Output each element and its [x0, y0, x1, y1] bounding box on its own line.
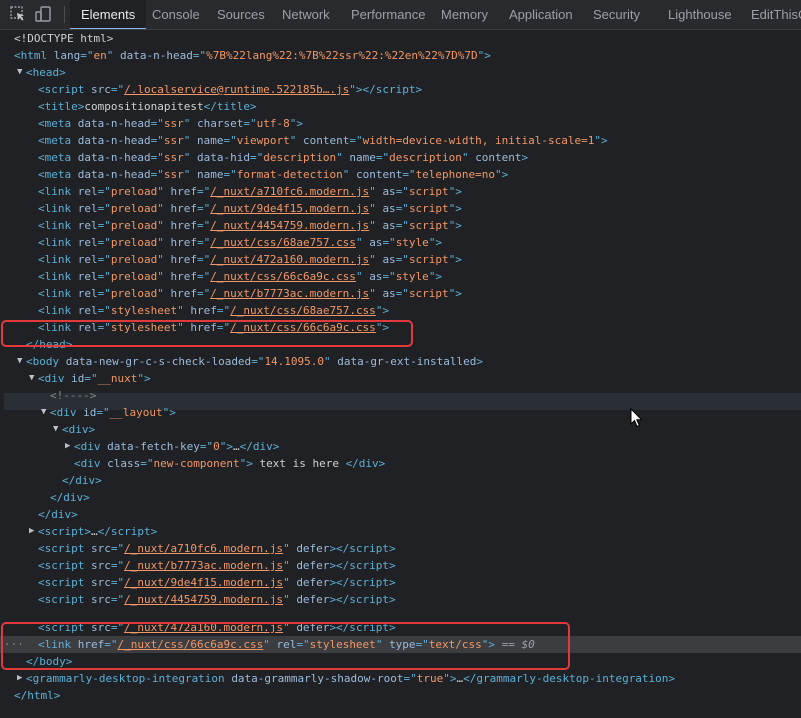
script-src-link[interactable]: /_nuxt/9de4f15.modern.js	[124, 576, 283, 589]
highlight-box-body-stylesheet	[1, 622, 570, 670]
tree-node-deferred-script[interactable]: <script src="/_nuxt/a710fc6.modern.js" d…	[0, 540, 801, 557]
device-toolbar-icon[interactable]	[34, 5, 52, 23]
preload-as-value: style	[395, 270, 429, 283]
tree-node-div[interactable]: ▼ <div>	[0, 421, 801, 438]
preload-as-value: style	[395, 236, 429, 249]
elements-dom-tree: <!DOCTYPE html> <html lang="en" data-n-h…	[0, 30, 801, 718]
script-src-link[interactable]: /_nuxt/b7773ac.modern.js	[124, 559, 283, 572]
tree-node-head[interactable]: ▼ <head>	[0, 64, 801, 81]
preload-href-link[interactable]: /_nuxt/b7773ac.modern.js	[210, 287, 369, 300]
title-text: compositionapitest	[84, 100, 204, 113]
tree-node-div-nuxt[interactable]: ▼ <div id="__nuxt">	[0, 370, 801, 387]
tab-network[interactable]: Network	[282, 0, 330, 29]
fetch-key-value: 0	[213, 440, 220, 453]
tree-node-doctype[interactable]: <!DOCTYPE html>	[0, 30, 801, 47]
collapse-arrow-icon[interactable]: ▶	[29, 523, 34, 540]
tab-application[interactable]: Application	[509, 0, 573, 29]
tab-console[interactable]: Console	[152, 0, 200, 29]
comment-text: <!---->	[50, 389, 97, 402]
tree-node-meta-format-detection[interactable]: <meta data-n-head="ssr" name="format-det…	[0, 166, 801, 183]
tree-node-meta-charset[interactable]: <meta data-n-head="ssr" charset="utf-8">	[0, 115, 801, 132]
tree-node-div-layout[interactable]: ▼ <div id="__layout">	[0, 404, 801, 421]
expand-arrow-icon[interactable]: ▼	[53, 421, 58, 438]
tree-node-div-close[interactable]: </div>	[0, 472, 801, 489]
preload-href-link[interactable]: /_nuxt/472a160.modern.js	[210, 253, 369, 266]
layout-id-value: __layout	[109, 406, 163, 419]
devtools-tab-bar: Elements Console Sources Network Perform…	[0, 0, 801, 30]
tree-node-html-close[interactable]: </html>	[0, 687, 801, 704]
highlight-box-head-stylesheet	[1, 320, 413, 347]
html-nhead-value: %7B%22lang%22:%7B%22ssr%22:%22en%22%7D%7…	[206, 49, 478, 62]
tree-node-deferred-script[interactable]: <script src="/_nuxt/b7773ac.modern.js" d…	[0, 557, 801, 574]
tab-security[interactable]: Security	[593, 0, 640, 29]
collapsed-ellipsis[interactable]: …	[91, 525, 98, 538]
preload-href-link[interactable]: /_nuxt/css/66c6a9c.css	[210, 270, 356, 283]
preload-as-value: script	[408, 287, 449, 300]
tree-node-runtime-script[interactable]: <script src="/.localservice@runtime.5221…	[0, 81, 801, 98]
expand-arrow-icon[interactable]: ▼	[17, 64, 22, 81]
script-src-link[interactable]: /_nuxt/4454759.modern.js	[124, 593, 283, 606]
component-text: text is here	[252, 457, 346, 470]
tab-performance[interactable]: Performance	[351, 0, 425, 29]
tree-node-stylesheet-link[interactable]: <link rel="stylesheet" href="/_nuxt/css/…	[0, 302, 801, 319]
tree-node-grammarly[interactable]: ▶ <grammarly-desktop-integration data-gra…	[0, 670, 801, 687]
preload-href-link[interactable]: /_nuxt/a710fc6.modern.js	[210, 185, 369, 198]
script-src-link[interactable]: /_nuxt/a710fc6.modern.js	[124, 542, 283, 555]
tree-node-preload-link[interactable]: <link rel="preload" href="/_nuxt/9de4f15…	[0, 200, 801, 217]
collapse-arrow-icon[interactable]: ▶	[65, 438, 70, 455]
collapse-arrow-icon[interactable]: ▶	[17, 670, 22, 687]
expand-arrow-icon[interactable]: ▼	[29, 370, 34, 387]
runtime-script-link[interactable]: /.localservice@runtime.522185b….js	[124, 83, 349, 96]
doctype-text: <!DOCTYPE html>	[14, 32, 114, 45]
mouse-cursor-icon	[630, 408, 643, 428]
tree-node-comment[interactable]: <!---->	[0, 387, 801, 404]
charset-value: utf-8	[256, 117, 290, 130]
preload-href-link[interactable]: /_nuxt/9de4f15.modern.js	[210, 202, 369, 215]
tree-node-deferred-script[interactable]: <script src="/_nuxt/9de4f15.modern.js" d…	[0, 574, 801, 591]
collapsed-ellipsis[interactable]: …	[233, 440, 240, 453]
tab-memory[interactable]: Memory	[441, 0, 488, 29]
tree-node-preload-link[interactable]: <link rel="preload" href="/_nuxt/b7773ac…	[0, 285, 801, 302]
tree-node-preload-link[interactable]: <link rel="preload" href="/_nuxt/a710fc6…	[0, 183, 801, 200]
tree-node-div-close[interactable]: </div>	[0, 506, 801, 523]
preload-as-value: script	[408, 253, 449, 266]
tree-node-preload-link[interactable]: <link rel="preload" href="/_nuxt/css/68a…	[0, 234, 801, 251]
tree-node-title[interactable]: <title>compositionapitest</title>	[0, 98, 801, 115]
nuxt-id-value: __nuxt	[97, 372, 138, 385]
tree-node-preload-link[interactable]: <link rel="preload" href="/_nuxt/4454759…	[0, 217, 801, 234]
preload-as-value: script	[408, 202, 449, 215]
tree-node-inline-script[interactable]: ▶ <script>…</script>	[0, 523, 801, 540]
tree-node-meta-description[interactable]: <meta data-n-head="ssr" data-hid="descri…	[0, 149, 801, 166]
tab-elements[interactable]: Elements	[70, 0, 147, 29]
tree-node-preload-link[interactable]: <link rel="preload" href="/_nuxt/css/66c…	[0, 268, 801, 285]
format-detection-value: telephone=no	[415, 168, 496, 181]
tree-node-new-component[interactable]: <div class="new-component"> text is here…	[0, 455, 801, 472]
stylesheet-href-link[interactable]: /_nuxt/css/68ae757.css	[230, 304, 376, 317]
tab-editthiscookie[interactable]: EditThisCo	[751, 0, 801, 29]
tree-node-deferred-script[interactable]: <script src="/_nuxt/4454759.modern.js" d…	[0, 591, 801, 608]
expand-arrow-icon[interactable]: ▼	[41, 404, 46, 421]
viewport-value: width=device-width, initial-scale=1	[362, 134, 595, 147]
preload-href-link[interactable]: /_nuxt/4454759.modern.js	[210, 219, 369, 232]
preload-href-link[interactable]: /_nuxt/css/68ae757.css	[210, 236, 356, 249]
grammarly-shadow-root-value: true	[416, 672, 444, 685]
preload-as-value: script	[408, 219, 449, 232]
tree-node-div-fetch-key[interactable]: ▶ <div data-fetch-key="0">…</div>	[0, 438, 801, 455]
inspect-element-icon[interactable]	[9, 5, 27, 23]
tab-lighthouse[interactable]: Lighthouse	[668, 0, 732, 29]
component-class-value: new-component	[153, 457, 240, 470]
tree-node-preload-link[interactable]: <link rel="preload" href="/_nuxt/472a160…	[0, 251, 801, 268]
preload-as-value: script	[408, 185, 449, 198]
toolbar-divider	[64, 6, 65, 23]
tree-node-meta-viewport[interactable]: <meta data-n-head="ssr" name="viewport" …	[0, 132, 801, 149]
gr-check-loaded-value: 14.1095.0	[264, 355, 325, 368]
html-lang-value: en	[93, 49, 107, 62]
expand-arrow-icon[interactable]: ▼	[17, 353, 22, 370]
tree-node-div-close[interactable]: </div>	[0, 489, 801, 506]
tree-node-html[interactable]: <html lang="en" data-n-head="%7B%22lang%…	[0, 47, 801, 64]
tab-sources[interactable]: Sources	[217, 0, 265, 29]
tree-node-body[interactable]: ▼ <body data-new-gr-c-s-check-loaded="14.…	[0, 353, 801, 370]
